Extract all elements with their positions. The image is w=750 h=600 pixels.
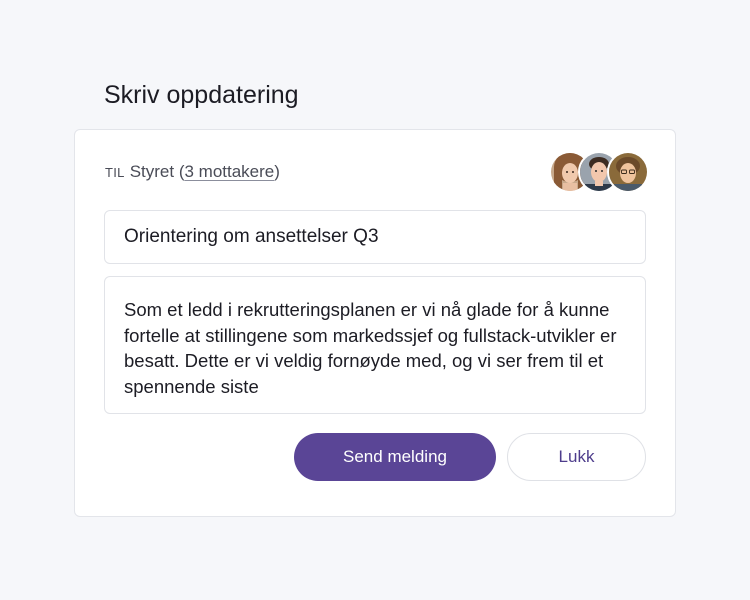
send-message-button[interactable]: Send melding <box>294 433 496 481</box>
recipient-row: TIL Styret ( 3 mottakere ) <box>105 160 280 184</box>
compose-card: TIL Styret ( 3 mottakere ) Orientering o… <box>74 129 676 517</box>
recipient-group: Styret <box>129 162 175 181</box>
open-paren: ( <box>174 162 185 181</box>
close-paren: ) <box>274 162 280 181</box>
to-label: TIL <box>105 164 125 180</box>
message-body-field[interactable]: Som et ledd i rekrutteringsplanen er vi … <box>104 276 646 414</box>
recipients-count-link[interactable]: 3 mottakere <box>184 162 274 182</box>
recipient-avatars[interactable] <box>549 151 649 193</box>
subject-input[interactable] <box>104 210 646 264</box>
page-title: Skriv oppdatering <box>104 81 299 109</box>
avatar-3 <box>609 153 647 191</box>
close-button[interactable]: Lukk <box>507 433 646 481</box>
avatar[interactable] <box>607 151 649 193</box>
